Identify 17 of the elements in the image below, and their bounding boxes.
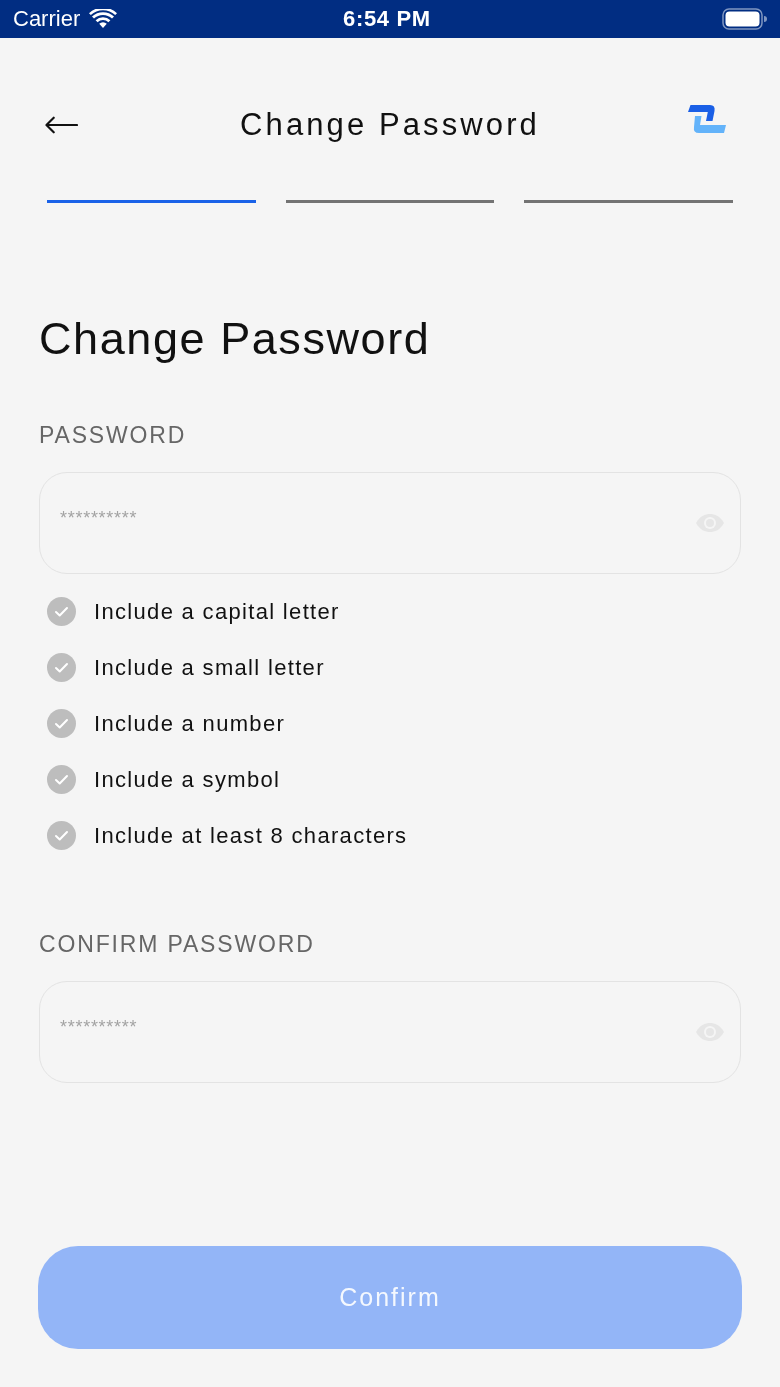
page-title: Change Password bbox=[240, 109, 540, 140]
requirement-text: Include a small letter bbox=[94, 656, 325, 679]
field-label: CONFIRM PASSWORD bbox=[39, 933, 315, 956]
carrier-label: Carrier bbox=[13, 8, 81, 30]
wifi-icon bbox=[89, 9, 118, 29]
password-field[interactable]: ********** bbox=[39, 472, 741, 574]
requirement-text: Include a number bbox=[94, 712, 286, 735]
back-arrow-icon bbox=[44, 116, 78, 134]
logo-icon bbox=[687, 103, 727, 135]
battery-icon bbox=[722, 8, 767, 30]
password-field[interactable]: ********** bbox=[39, 981, 741, 1083]
requirement-text: Include a capital letter bbox=[94, 600, 340, 623]
requirement-text: Include at least 8 characters bbox=[94, 824, 408, 847]
field-label: PASSWORD bbox=[39, 424, 187, 447]
section-heading: Change Password bbox=[39, 316, 431, 361]
time-label: 6:54 PM bbox=[343, 8, 431, 30]
requirement-text: Include a symbol bbox=[94, 768, 281, 791]
